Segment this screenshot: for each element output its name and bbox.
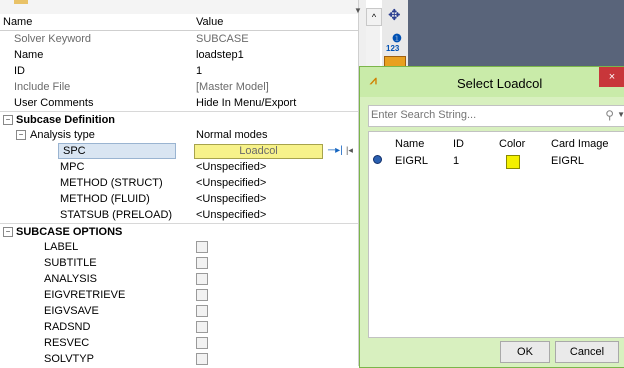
selection-radio-icon[interactable]: [373, 155, 382, 164]
spc-value-field[interactable]: Loadcol: [194, 144, 323, 159]
option-row[interactable]: LABEL: [0, 239, 358, 255]
select-entity-arrow-icon[interactable]: ─▸|: [328, 145, 343, 156]
option-row[interactable]: RESVEC: [0, 335, 358, 351]
panel-toolbar: [0, 0, 365, 14]
scroll-end-icon[interactable]: |◂: [346, 145, 353, 156]
option-row[interactable]: EIGVRETRIEVE: [0, 287, 358, 303]
color-swatch: [506, 155, 520, 169]
option-row[interactable]: EIGVSAVE: [0, 303, 358, 319]
close-button[interactable]: ×: [599, 67, 624, 87]
property-panel: Name Value Solver Keyword SUBCASE Name l…: [0, 0, 365, 366]
app-logo-icon: ⩘: [370, 73, 377, 87]
panel-dropdown-icon[interactable]: ▼: [354, 6, 362, 15]
table-row[interactable]: User Comments Hide In Menu/Export: [0, 95, 358, 111]
collapse-icon[interactable]: −: [16, 130, 26, 140]
scroll-up-button[interactable]: ^: [366, 8, 382, 26]
value-column-header: Value: [196, 16, 224, 28]
column-header-name: Name: [395, 138, 425, 150]
table-row[interactable]: Name loadstep1: [0, 47, 358, 63]
select-loadcol-dialog: ⩘ Select Loadcol × ⚲ ▼ Name ID Color Car…: [359, 66, 624, 368]
option-checkbox[interactable]: [196, 321, 208, 333]
loadcol-list: Name ID Color Card Image EIGRL 1 EIGRL: [368, 131, 624, 338]
option-checkbox[interactable]: [196, 305, 208, 317]
spc-label: SPC: [58, 143, 176, 159]
rotate-view-icon[interactable]: ✥: [388, 6, 401, 24]
table-row[interactable]: ID 1: [0, 63, 358, 79]
search-icon[interactable]: ⚲: [605, 108, 614, 122]
option-checkbox[interactable]: [196, 241, 208, 253]
table-row[interactable]: STATSUB (PRELOAD) <Unspecified>: [0, 207, 358, 223]
table-row[interactable]: METHOD (STRUCT) <Unspecified>: [0, 175, 358, 191]
ok-button[interactable]: OK: [500, 341, 550, 363]
table-header: Name Value: [0, 14, 358, 31]
table-row[interactable]: METHOD (FLUID) <Unspecified>: [0, 191, 358, 207]
dialog-title: Select Loadcol: [457, 76, 543, 91]
table-row[interactable]: Include File [Master Model]: [0, 79, 358, 95]
subcase-definition-section[interactable]: − Subcase Definition: [0, 111, 358, 128]
spc-row[interactable]: SPC Loadcol ─▸| |◂: [0, 143, 358, 159]
cancel-button[interactable]: Cancel: [555, 341, 619, 363]
chevron-down-icon[interactable]: ▼: [617, 110, 624, 119]
option-checkbox[interactable]: [196, 337, 208, 349]
option-checkbox[interactable]: [196, 289, 208, 301]
option-row[interactable]: ANALYSIS: [0, 271, 358, 287]
column-header-card-image: Card Image: [551, 138, 609, 150]
option-row[interactable]: RADSND: [0, 319, 358, 335]
analysis-type-row[interactable]: − Analysis type Normal modes: [0, 127, 358, 143]
option-row[interactable]: SUBTITLE: [0, 255, 358, 271]
table-row[interactable]: MPC <Unspecified>: [0, 159, 358, 175]
collapse-icon[interactable]: −: [3, 227, 13, 237]
column-header-id: ID: [453, 138, 464, 150]
toolbar-marker-icon: [14, 0, 28, 4]
search-input[interactable]: [371, 108, 571, 122]
dialog-title-bar[interactable]: ⩘ Select Loadcol ×: [360, 67, 624, 97]
collapse-icon[interactable]: −: [3, 115, 13, 125]
column-header-color: Color: [499, 138, 526, 150]
option-checkbox[interactable]: [196, 273, 208, 285]
list-item[interactable]: EIGRL 1 EIGRL: [369, 154, 624, 170]
table-row[interactable]: Solver Keyword SUBCASE: [0, 31, 358, 47]
name-column-header: Name: [3, 16, 33, 28]
option-checkbox[interactable]: [196, 257, 208, 269]
option-row[interactable]: SOLVTYP: [0, 351, 358, 366]
numbering-icon[interactable]: 123: [386, 44, 399, 53]
option-checkbox[interactable]: [196, 353, 208, 365]
subcase-options-section[interactable]: − SUBCASE OPTIONS: [0, 223, 358, 240]
search-box[interactable]: ⚲ ▼: [368, 105, 624, 127]
